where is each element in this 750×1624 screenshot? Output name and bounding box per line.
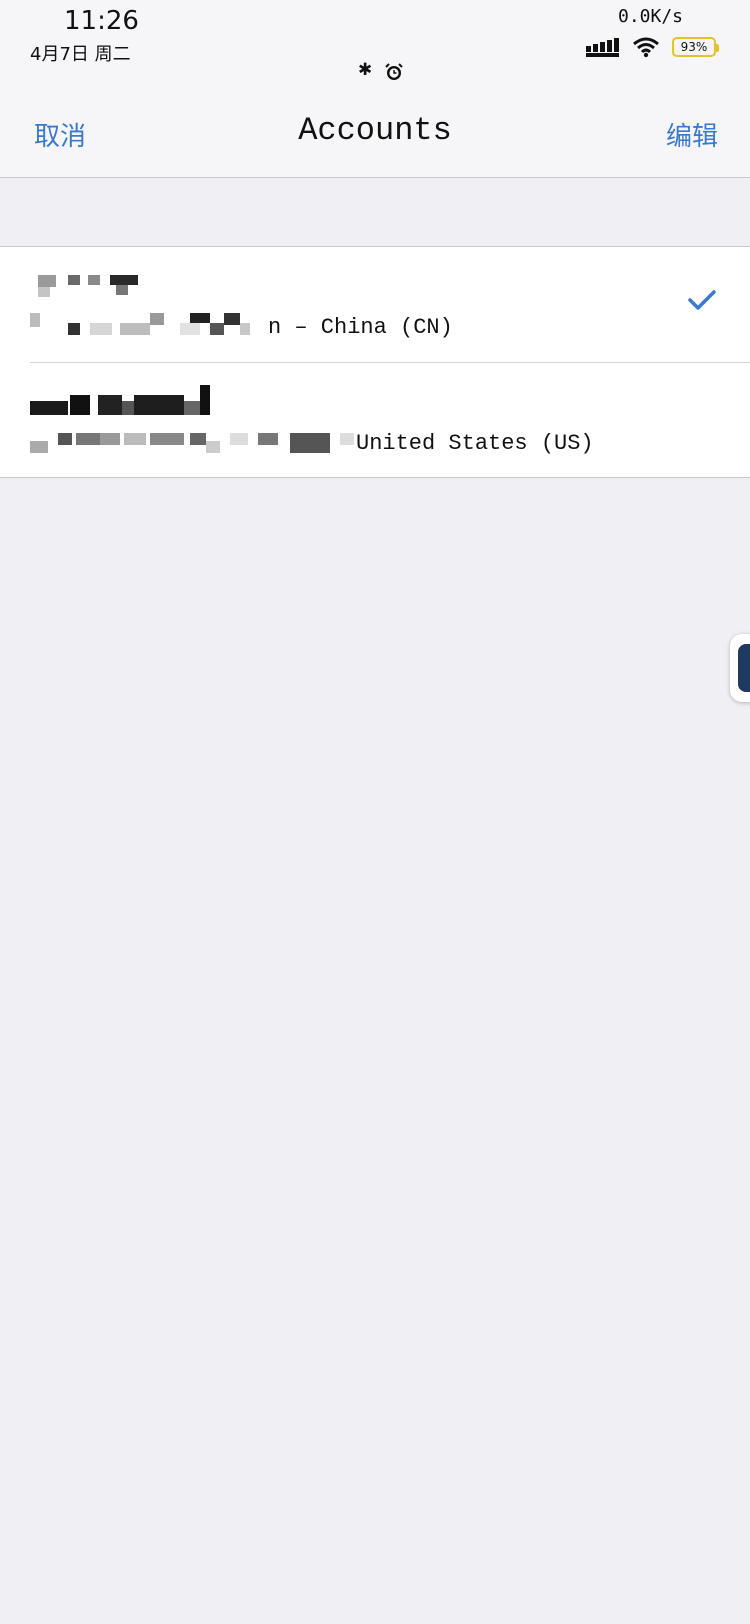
navigation-bar: 取消 Accounts 编辑 [0, 88, 750, 178]
page-title: Accounts [298, 112, 452, 149]
assistant-icon [738, 644, 750, 692]
wifi-icon [633, 37, 659, 58]
alarm-icon [385, 63, 403, 80]
status-date: 4月7日 周二 [30, 44, 131, 65]
status-bar: 11:26 4月7日 周二 0.0K/s 93% ✱ [0, 0, 750, 88]
checkmark-icon [688, 290, 716, 310]
network-speed: 0.0K/s [618, 6, 684, 27]
bluetooth-icon: ✱ [358, 60, 373, 80]
account-row-us[interactable]: United States (US) [30, 362, 750, 477]
account-region-us: United States (US) [356, 431, 594, 456]
battery-icon: 93% [672, 37, 719, 57]
signal-icon [586, 38, 619, 57]
account-region-cn: n – China (CN) [268, 315, 453, 340]
edit-button[interactable]: 编辑 [666, 116, 718, 153]
status-time: 11:26 [64, 6, 139, 36]
account-row-cn[interactable]: n – China (CN) [0, 247, 750, 362]
accounts-list: n – China (CN) United States (US) [0, 246, 750, 478]
floating-assistant-button[interactable] [730, 634, 750, 702]
